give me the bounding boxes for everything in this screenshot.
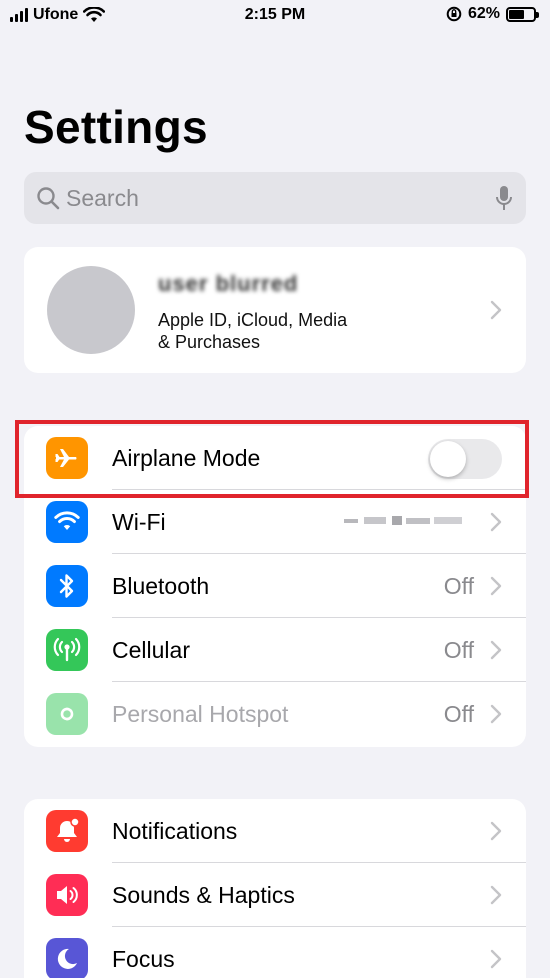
cellular-label: Cellular xyxy=(112,637,190,663)
profile-subtitle-line2: & Purchases xyxy=(158,332,261,352)
notifications-label: Notifications xyxy=(112,818,238,844)
bluetooth-icon xyxy=(46,565,88,607)
battery-percent: 62% xyxy=(467,5,500,22)
wifi-icon xyxy=(46,501,88,543)
focus-row[interactable]: Focus xyxy=(24,927,526,978)
orientation-lock-icon xyxy=(446,6,462,22)
status-right: 62% xyxy=(446,5,539,23)
battery-icon xyxy=(506,6,539,22)
personal-hotspot-label: Personal Hotspot xyxy=(112,701,289,727)
search-input[interactable] xyxy=(66,172,466,224)
notifications-row[interactable]: Notifications xyxy=(24,799,526,863)
hotspot-icon xyxy=(46,693,88,735)
bluetooth-label: Bluetooth xyxy=(112,573,210,599)
search-bar[interactable] xyxy=(24,172,526,224)
notifications-icon xyxy=(46,810,88,852)
search-icon xyxy=(37,187,60,210)
chevron-right-icon xyxy=(490,821,502,841)
chevron-right-icon xyxy=(490,300,502,320)
profile-subtitle: Apple ID, iCloud, Media & Purchases xyxy=(158,309,347,353)
chevron-right-icon xyxy=(490,885,502,905)
personal-hotspot-value: Off xyxy=(443,701,474,727)
chevron-right-icon xyxy=(490,576,502,596)
chevron-right-icon xyxy=(490,704,502,724)
chevron-right-icon xyxy=(490,949,502,969)
cellular-value: Off xyxy=(443,637,474,663)
sounds-haptics-label: Sounds & Haptics xyxy=(112,882,295,908)
cellular-row[interactable]: Cellular Off xyxy=(24,618,526,682)
bluetooth-value: Off xyxy=(443,573,474,599)
status-bar: Ufone 2:15 PM 62% xyxy=(0,0,550,32)
profile-subtitle-line1: Apple ID, iCloud, Media xyxy=(158,310,348,330)
wifi-row[interactable]: Wi-Fi xyxy=(24,490,526,554)
sounds-icon xyxy=(46,874,88,916)
airplane-mode-highlight xyxy=(15,420,529,498)
profile-name: user blurred xyxy=(158,271,299,296)
page-title: Settings xyxy=(24,101,208,153)
focus-label: Focus xyxy=(112,946,175,972)
cellular-icon xyxy=(46,629,88,671)
apple-id-card[interactable]: user blurred Apple ID, iCloud, Media & P… xyxy=(24,247,526,373)
wifi-network-name-blurred xyxy=(344,516,462,525)
chevron-right-icon xyxy=(490,640,502,660)
microphone-icon[interactable] xyxy=(494,185,514,213)
wifi-label: Wi-Fi xyxy=(112,509,166,535)
avatar xyxy=(47,266,135,354)
sounds-haptics-row[interactable]: Sounds & Haptics xyxy=(24,863,526,927)
focus-icon xyxy=(46,938,88,978)
personal-hotspot-row[interactable]: Personal Hotspot Off xyxy=(24,682,526,746)
battery-fill xyxy=(509,9,524,19)
bluetooth-row[interactable]: Bluetooth Off xyxy=(24,554,526,618)
chevron-right-icon xyxy=(490,512,502,532)
general-group: Notifications Sounds & Haptics Focus xyxy=(24,799,526,978)
